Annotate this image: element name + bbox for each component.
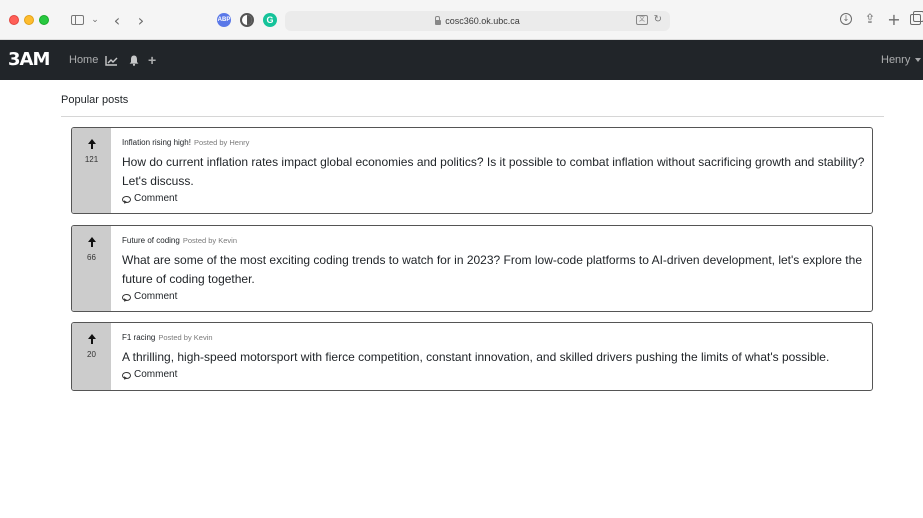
- vote-column: 66: [72, 226, 111, 311]
- share-icon: ⇪: [864, 11, 876, 27]
- grammarly-icon[interactable]: G: [263, 13, 277, 27]
- post-card: 20 F1 racing Posted by Kevin A thrilling,…: [71, 322, 873, 391]
- bell-icon: [129, 55, 139, 66]
- nav-trending-link[interactable]: [105, 40, 118, 80]
- post-body: Inflation rising high! Posted by Henry Ho…: [122, 137, 872, 206]
- brand-logo[interactable]: 3AM: [8, 49, 50, 71]
- comment-link[interactable]: Comment: [122, 192, 872, 206]
- tabs-icon: [909, 10, 923, 25]
- comment-icon: [122, 195, 131, 203]
- app-navbar: 3AM Home + Henry: [0, 40, 923, 80]
- close-window-button[interactable]: [9, 15, 19, 25]
- vote-count: 66: [87, 253, 96, 262]
- comment-link[interactable]: Comment: [122, 368, 872, 382]
- caret-down-icon: [915, 58, 922, 62]
- post-author: Posted by Kevin: [182, 236, 238, 245]
- zoom-window-button[interactable]: [39, 15, 49, 25]
- vote-column: 20: [72, 323, 111, 390]
- vote-column: 121: [72, 128, 111, 213]
- minimize-window-button[interactable]: [24, 15, 34, 25]
- plus-icon: +: [148, 52, 157, 68]
- comment-icon: [122, 293, 131, 301]
- browser-toolbar: ⌄ ‹ › ABP G cosc360.ok.ubc.ca 文 ↻ ↓ ⇪ +: [0, 0, 923, 40]
- translate-icon[interactable]: 文: [636, 15, 648, 25]
- tab-overview-button[interactable]: [906, 10, 923, 28]
- section-title: Popular posts: [61, 94, 129, 106]
- share-button[interactable]: ⇪: [861, 10, 879, 28]
- comment-label: Comment: [134, 369, 178, 380]
- plus-icon: +: [887, 9, 901, 29]
- post-title[interactable]: F1 racing: [122, 333, 155, 342]
- back-button[interactable]: ‹: [110, 9, 124, 31]
- post-header: F1 racing Posted by Kevin: [122, 332, 872, 344]
- username-label: Henry: [881, 54, 911, 66]
- downloads-button[interactable]: ↓: [837, 10, 855, 28]
- new-tab-button[interactable]: +: [885, 9, 903, 29]
- url-text: cosc360.ok.ubc.ca: [445, 16, 520, 26]
- address-bar[interactable]: cosc360.ok.ubc.ca 文 ↻: [285, 11, 670, 31]
- post-card: 121 Inflation rising high! Posted by Henr…: [71, 127, 873, 214]
- chart-line-icon: [105, 55, 118, 66]
- upvote-arrow-icon[interactable]: [87, 237, 97, 247]
- nav-notifications-link[interactable]: [129, 40, 139, 80]
- upvote-arrow-icon[interactable]: [87, 334, 97, 344]
- post-text: What are some of the most exciting codin…: [122, 253, 862, 286]
- nav-home-link[interactable]: Home: [69, 40, 98, 80]
- upvote-arrow-icon[interactable]: [87, 139, 97, 149]
- comment-label: Comment: [134, 291, 178, 302]
- sidebar-icon: [70, 15, 84, 25]
- privacy-icon[interactable]: [240, 13, 254, 27]
- forward-button[interactable]: ›: [134, 9, 148, 31]
- user-menu-dropdown[interactable]: Henry: [881, 40, 922, 80]
- post-header: Inflation rising high! Posted by Henry: [122, 137, 872, 149]
- post-text: How do current inflation rates impact gl…: [122, 155, 865, 188]
- post-author: Posted by Henry: [193, 138, 250, 147]
- reload-icon[interactable]: ↻: [654, 14, 662, 25]
- comment-link[interactable]: Comment: [122, 290, 872, 304]
- post-text: A thrilling, high-speed motorsport with …: [122, 350, 830, 364]
- comment-icon: [122, 371, 131, 379]
- post-header: Future of coding Posted by Kevin: [122, 235, 872, 247]
- back-arrow-icon: ‹: [113, 10, 121, 30]
- adblock-icon[interactable]: ABP: [217, 13, 231, 27]
- sidebar-toggle-button[interactable]: [68, 9, 86, 31]
- post-body: Future of coding Posted by Kevin What are…: [122, 235, 872, 304]
- lock-icon: [435, 15, 442, 25]
- post-author: Posted by Kevin: [158, 333, 213, 342]
- post-title[interactable]: Future of coding: [122, 236, 180, 245]
- vote-count: 121: [84, 155, 99, 164]
- sidebar-menu-button[interactable]: ⌄: [90, 9, 100, 31]
- vote-count: 20: [87, 350, 96, 359]
- divider: [61, 116, 884, 117]
- comment-label: Comment: [134, 193, 178, 204]
- post-body: F1 racing Posted by Kevin A thrilling, hi…: [122, 332, 872, 382]
- post-card: 66 Future of coding Posted by Kevin What …: [71, 225, 873, 312]
- nav-new-post-link[interactable]: +: [148, 40, 156, 80]
- forward-arrow-icon: ›: [137, 10, 145, 30]
- post-title[interactable]: Inflation rising high!: [122, 138, 191, 147]
- download-icon: ↓: [840, 13, 852, 25]
- chevron-down-icon: ⌄: [91, 15, 99, 25]
